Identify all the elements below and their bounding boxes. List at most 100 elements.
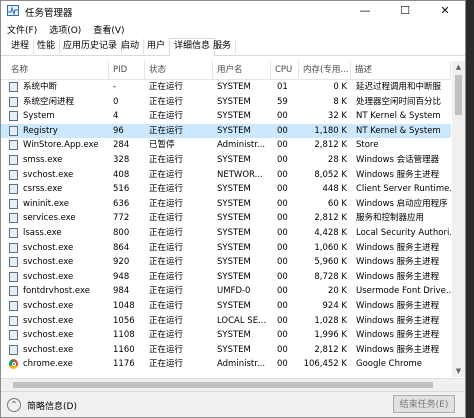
process-icon <box>9 301 18 311</box>
tab-app-history[interactable]: 应用历史记录 <box>59 39 123 54</box>
cell-desc: Windows 服务主进程 <box>356 344 440 355</box>
cell-cpu: 00 <box>277 125 288 136</box>
table-row[interactable]: svchost.exe 1108 正在运行 SYSTEM 00 1,996 K Window… <box>1 328 451 343</box>
column-header-status[interactable]: 状态 <box>145 61 213 79</box>
process-icon <box>9 125 18 136</box>
cell-desc: NT Kernel & System <box>356 111 441 122</box>
process-icon <box>9 184 18 195</box>
process-icon <box>9 271 18 282</box>
table-row[interactable]: 系统中断 - 正在运行 SYSTEM 01 0 K 延迟过程调用和中断服 <box>1 80 451 95</box>
cell-status: 正在运行 <box>149 242 184 253</box>
table-row[interactable]: svchost.exe 408 正在运行 NETWOR... 00 8,052 K Wind… <box>1 168 451 183</box>
horizontal-scrollbar[interactable] <box>1 378 465 391</box>
cell-desc: Windows 服务主进程 <box>356 271 440 282</box>
close-icon: ✕ <box>440 4 450 17</box>
table-row[interactable]: svchost.exe 1160 正在运行 SYSTEM 00 2,812 K Window… <box>1 343 451 358</box>
menu-file[interactable]: 文件(F) <box>1 21 43 36</box>
less-details-link[interactable]: 简略信息(D) <box>27 399 77 412</box>
cell-pid: 408 <box>113 169 130 180</box>
process-icon <box>9 242 18 253</box>
maximize-button[interactable]: ☐ <box>385 1 425 21</box>
table-row[interactable]: svchost.exe 864 正在运行 SYSTEM 00 1,060 K Windows… <box>1 241 451 256</box>
cell-mem: 28 K <box>327 155 347 165</box>
cell-status: 正在运行 <box>149 111 184 122</box>
cell-mem: 20 K <box>327 286 347 297</box>
tab-performance[interactable]: 性能 <box>33 39 61 54</box>
vertical-scrollbar[interactable]: ▲ ▼ <box>452 61 465 377</box>
cell-pid: 284 <box>113 140 130 151</box>
cell-desc: Windows 服务主进程 <box>356 315 440 326</box>
table-row[interactable]: System 4 正在运行 SYSTEM 00 32 K NT Kernel & Syste… <box>1 109 451 124</box>
cell-user: SYSTEM <box>217 111 251 122</box>
process-icon <box>9 155 18 165</box>
table-row[interactable]: WinStore.App.exe 284 已暂停 Administr... 00 2,81… <box>1 138 451 153</box>
cell-name: svchost.exe <box>23 257 74 268</box>
menu-options[interactable]: 选项(O) <box>43 21 87 36</box>
process-icon <box>9 228 18 238</box>
table-row[interactable]: svchost.exe 948 正在运行 SYSTEM 00 8,728 K Windows… <box>1 270 451 285</box>
vertical-scroll-thumb[interactable] <box>455 75 462 115</box>
cell-status: 正在运行 <box>149 169 184 180</box>
cell-mem: 1,996 K <box>314 330 347 341</box>
cell-user: SYSTEM <box>217 155 251 165</box>
cell-status: 正在运行 <box>149 286 184 297</box>
cell-user: SYSTEM <box>217 330 251 341</box>
process-icon <box>9 169 18 180</box>
table-row[interactable]: services.exe 772 正在运行 SYSTEM 00 2,812 K 服务和控制器… <box>1 211 451 226</box>
scroll-down-icon[interactable]: ▼ <box>452 365 465 377</box>
cell-pid: 96 <box>113 125 124 136</box>
end-task-button[interactable]: 结束任务(E) <box>393 395 455 413</box>
tab-users[interactable]: 用户 <box>143 39 171 54</box>
column-header-username[interactable]: 用户名 <box>213 61 271 79</box>
table-row[interactable]: Registry 96 正在运行 SYSTEM 00 1,180 K NT Kernel &… <box>1 123 451 139</box>
table-row[interactable]: chrome.exe 1176 正在运行 Administr... 00 106,452 … <box>1 357 451 372</box>
title-bar[interactable]: 任务管理器 — ☐ ✕ <box>1 1 465 21</box>
table-row[interactable]: lsass.exe 800 正在运行 SYSTEM 00 4,428 K Local Sec… <box>1 226 451 241</box>
cell-pid: 1108 <box>113 330 135 341</box>
task-manager-app-icon <box>7 5 19 16</box>
horizontal-scroll-thumb[interactable] <box>13 382 433 388</box>
cell-user: SYSTEM <box>217 213 251 224</box>
table-row[interactable]: svchost.exe 1048 正在运行 SYSTEM 00 924 K Windows … <box>1 299 451 314</box>
cell-desc: Windows 启动应用程序 <box>356 198 448 209</box>
cell-status: 已暂停 <box>149 140 175 151</box>
cell-name: System <box>23 111 55 122</box>
cell-cpu: 00 <box>277 257 288 268</box>
column-header-name[interactable]: 名称 <box>7 61 109 79</box>
minimize-button[interactable]: — <box>345 1 385 21</box>
cell-pid: 1160 <box>113 344 135 355</box>
column-header-description[interactable]: 描述 <box>351 61 451 79</box>
tab-processes[interactable]: 进程 <box>7 39 35 54</box>
cell-cpu: 00 <box>277 140 288 151</box>
close-button[interactable]: ✕ <box>425 1 465 21</box>
cell-name: svchost.exe <box>23 242 74 253</box>
process-icon <box>9 140 18 151</box>
table-row[interactable]: svchost.exe 920 正在运行 SYSTEM 00 5,960 K Windows… <box>1 255 451 270</box>
cell-pid: 864 <box>113 242 130 253</box>
cell-name: WinStore.App.exe <box>23 140 99 151</box>
column-header-pid[interactable]: PID <box>109 61 145 79</box>
process-icon <box>9 257 18 268</box>
scroll-up-icon[interactable]: ▲ <box>452 61 465 73</box>
table-row[interactable]: csrss.exe 516 正在运行 SYSTEM 00 448 K Client Serv… <box>1 182 451 197</box>
table-row[interactable]: wininit.exe 636 正在运行 SYSTEM 00 60 K Windows 启动… <box>1 197 451 212</box>
column-header-memory[interactable]: 内存(专用... <box>299 61 351 79</box>
table-row[interactable]: smss.exe 328 正在运行 SYSTEM 00 28 K Windows 会话管理器 <box>1 153 451 168</box>
table-row[interactable]: svchost.exe 1056 正在运行 LOCAL SE... 00 1,028 K W… <box>1 314 451 329</box>
cell-pid: 1176 <box>113 359 135 370</box>
background-strip <box>466 0 474 418</box>
cell-cpu: 00 <box>277 198 288 209</box>
tab-services[interactable]: 服务 <box>209 39 237 54</box>
table-row[interactable]: fontdrvhost.exe 984 正在运行 UMFD-0 00 20 K Usermo… <box>1 284 451 299</box>
cell-cpu: 00 <box>277 301 288 311</box>
tab-startup[interactable]: 启动 <box>117 39 145 54</box>
cell-desc: Windows 服务主进程 <box>356 257 440 268</box>
process-icon <box>9 198 18 209</box>
cell-mem: 1,028 K <box>314 315 347 326</box>
menu-view[interactable]: 查看(V) <box>87 21 130 36</box>
column-header-cpu[interactable]: CPU <box>271 61 299 79</box>
chevron-up-icon[interactable]: ⌃ <box>7 398 21 412</box>
cell-status: 正在运行 <box>149 213 184 224</box>
table-row[interactable]: 系统空闲进程 0 正在运行 SYSTEM 59 8 K 处理器空闲时间百分比 <box>1 95 451 110</box>
cell-name: chrome.exe <box>23 359 73 370</box>
